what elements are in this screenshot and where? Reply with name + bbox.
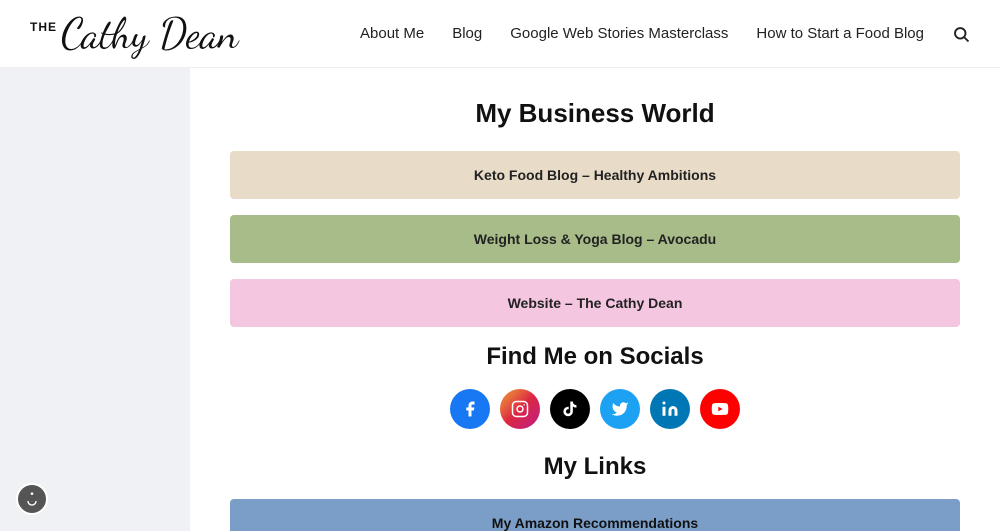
tiktok-icon[interactable] bbox=[550, 389, 590, 429]
link-amazon-recommendations[interactable]: My Amazon Recommendations bbox=[230, 499, 960, 531]
nav-how-to-start[interactable]: How to Start a Food Blog bbox=[756, 25, 924, 42]
business-title: My Business World bbox=[230, 98, 960, 129]
facebook-icon[interactable] bbox=[450, 389, 490, 429]
links-title: My Links bbox=[230, 453, 960, 481]
logo-the: THE bbox=[30, 21, 57, 33]
socials-section: Find Me on Socials bbox=[230, 343, 960, 429]
nav-blog[interactable]: Blog bbox=[452, 25, 482, 42]
instagram-icon[interactable] bbox=[500, 389, 540, 429]
site-header: THE Cathy Dean About Me Blog Google Web … bbox=[0, 0, 1000, 68]
sidebar-left bbox=[0, 68, 190, 531]
socials-title: Find Me on Socials bbox=[230, 343, 960, 371]
youtube-icon[interactable] bbox=[700, 389, 740, 429]
link-weight-loss-blog[interactable]: Weight Loss & Yoga Blog – Avocadu bbox=[230, 215, 960, 263]
accessibility-icon bbox=[24, 491, 40, 507]
link-keto-blog[interactable]: Keto Food Blog – Healthy Ambitions bbox=[230, 151, 960, 199]
nav-about-me[interactable]: About Me bbox=[360, 25, 424, 42]
social-icons-row bbox=[230, 389, 960, 429]
nav-google-web-stories[interactable]: Google Web Stories Masterclass bbox=[510, 25, 728, 42]
links-section: My Links My Amazon Recommendations bbox=[230, 453, 960, 531]
main-wrapper: My Business World Keto Food Blog – Healt… bbox=[0, 68, 1000, 531]
linkedin-icon[interactable] bbox=[650, 389, 690, 429]
search-button[interactable] bbox=[952, 25, 970, 43]
main-nav: About Me Blog Google Web Stories Masterc… bbox=[360, 25, 970, 43]
content-area: My Business World Keto Food Blog – Healt… bbox=[190, 68, 1000, 531]
accessibility-button[interactable] bbox=[16, 483, 48, 515]
logo-name: Cathy Dean bbox=[61, 13, 238, 55]
search-icon bbox=[952, 25, 970, 43]
link-website-cathy-dean[interactable]: Website – The Cathy Dean bbox=[230, 279, 960, 327]
site-logo[interactable]: THE Cathy Dean bbox=[30, 13, 238, 55]
twitter-icon[interactable] bbox=[600, 389, 640, 429]
